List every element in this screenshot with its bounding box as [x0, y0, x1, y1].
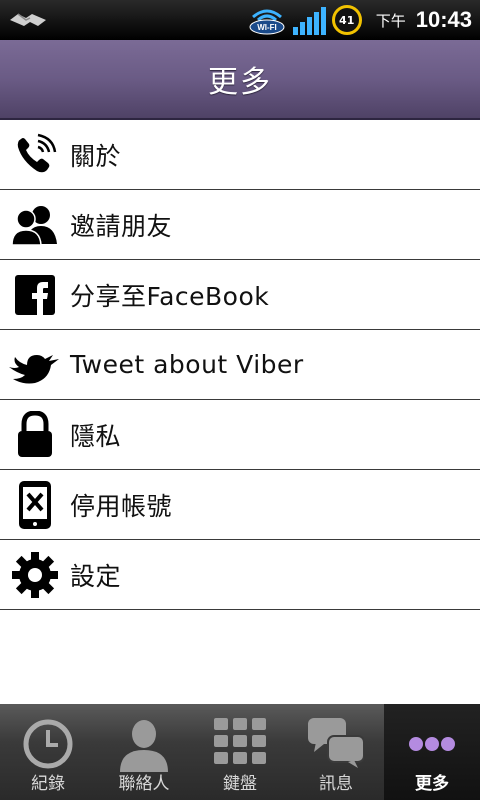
menu-item-settings[interactable]: 設定: [0, 540, 480, 610]
page-title: 更多: [208, 65, 272, 100]
handshake-icon: [8, 8, 48, 32]
tab-label: 更多: [415, 774, 449, 794]
title-bar: 更多: [0, 40, 480, 120]
clock-icon: [22, 718, 74, 774]
keypad-icon: [214, 718, 266, 774]
menu-item-label: 關於: [70, 141, 122, 171]
twitter-bird-icon: [0, 330, 70, 400]
more-menu-list: 關於 邀請朋友 分享至FaceBook Tweet about Viber 隱私…: [0, 120, 480, 610]
wifi-icon: WI-FI: [247, 5, 287, 35]
gear-icon: [0, 540, 70, 610]
menu-item-label: 邀請朋友: [70, 211, 173, 241]
contact-icon: [118, 718, 170, 776]
tab-label: 訊息: [319, 774, 353, 794]
menu-item-deactivate-account[interactable]: 停用帳號: [0, 470, 480, 540]
friends-icon: [0, 190, 70, 260]
tab-more[interactable]: 更多: [384, 704, 480, 800]
facebook-icon: [0, 260, 70, 330]
tab-keypad[interactable]: 鍵盤: [192, 704, 288, 800]
menu-item-share-facebook[interactable]: 分享至FaceBook: [0, 260, 480, 330]
menu-item-label: 隱私: [70, 421, 122, 451]
signal-strength-icon: [292, 5, 326, 35]
menu-item-tweet[interactable]: Tweet about Viber: [0, 330, 480, 400]
tab-messages[interactable]: 訊息: [288, 704, 384, 800]
lock-icon: [0, 400, 70, 470]
clock-ampm: 下午: [375, 11, 406, 30]
wifi-label: WI-FI: [257, 23, 277, 32]
phone-icon: [0, 120, 70, 190]
menu-item-label: 分享至FaceBook: [70, 281, 270, 311]
menu-item-label: Tweet about Viber: [70, 350, 304, 379]
menu-item-privacy[interactable]: 隱私: [0, 400, 480, 470]
menu-item-label: 設定: [70, 561, 122, 591]
clock-time: 10:43: [415, 7, 472, 32]
menu-item-invite-friends[interactable]: 邀請朋友: [0, 190, 480, 260]
battery-indicator: 41: [331, 5, 362, 35]
tab-contacts[interactable]: 聯絡人: [96, 704, 192, 800]
tab-history[interactable]: 紀錄: [0, 704, 96, 800]
deactivate-phone-icon: [0, 470, 70, 540]
messages-icon: [308, 718, 365, 772]
status-bar: WI-FI 41 下午 10:43: [0, 0, 480, 40]
menu-item-about[interactable]: 關於: [0, 120, 480, 190]
menu-item-label: 停用帳號: [70, 491, 173, 521]
more-dots-icon: [408, 736, 456, 756]
bottom-tab-bar: 紀錄 聯絡人 鍵盤 訊息 更多: [0, 704, 480, 800]
